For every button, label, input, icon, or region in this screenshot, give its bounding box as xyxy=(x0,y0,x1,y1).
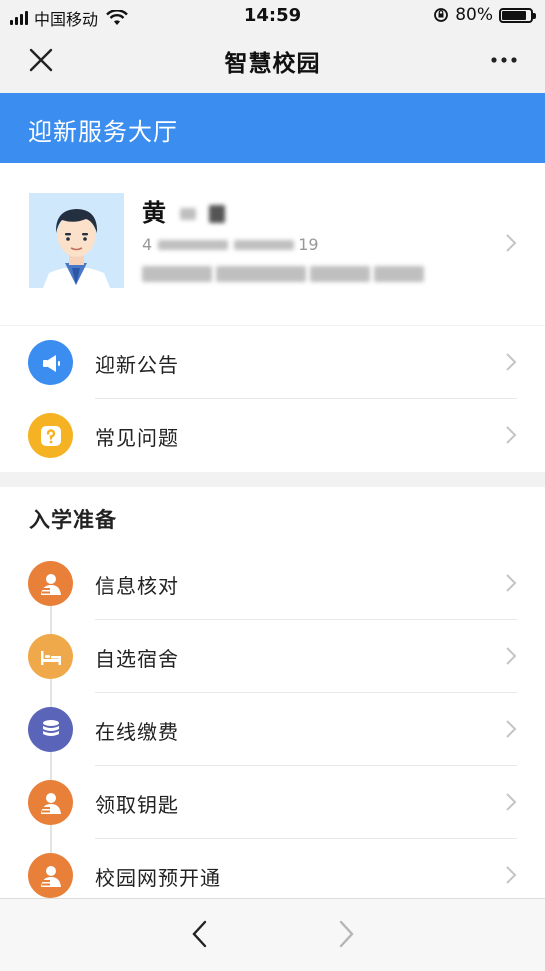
chevron-right-icon xyxy=(506,574,517,592)
list-item-faq[interactable]: 常见问题 xyxy=(0,399,545,472)
chevron-right-icon xyxy=(506,426,517,444)
list-item-dorm[interactable]: 自选宿舍 xyxy=(0,620,545,693)
student-id-suffix: 19 xyxy=(298,235,319,254)
battery-percent: 80% xyxy=(455,5,493,25)
student-id-prefix: 4 xyxy=(142,235,153,254)
list-item-keys[interactable]: 领取钥匙 xyxy=(0,766,545,839)
list-item-payment[interactable]: 在线缴费 xyxy=(0,693,545,766)
student-id: 4 19 xyxy=(142,235,319,254)
bed-icon xyxy=(28,634,73,679)
chevron-right-icon xyxy=(506,353,517,371)
redacted-info xyxy=(310,266,370,282)
list-item-announcement[interactable]: 迎新公告 xyxy=(0,326,545,399)
redacted-name xyxy=(180,208,197,220)
list-item-label: 常见问题 xyxy=(95,426,179,450)
person-doc-icon xyxy=(28,561,73,606)
redacted-name xyxy=(208,205,225,223)
person-doc-icon xyxy=(28,780,73,825)
list-item-label: 自选宿舍 xyxy=(95,647,179,671)
forward-arrow-icon[interactable] xyxy=(336,919,356,949)
page-title: 智慧校园 xyxy=(224,51,321,77)
back-arrow-icon[interactable] xyxy=(190,919,210,949)
quick-links: 迎新公告 常见问题 xyxy=(0,326,545,472)
redacted-info xyxy=(374,266,424,282)
list-item-info-check[interactable]: 信息核对 xyxy=(0,547,545,620)
chevron-right-icon xyxy=(506,793,517,811)
chevron-right-icon xyxy=(506,234,517,252)
status-bar: 中国移动 14:59 80% xyxy=(0,0,545,30)
enrollment-section: 入学准备 信息核对 自选宿舍 在线缴费 领取钥匙 校园网预开通 xyxy=(0,487,545,898)
megaphone-icon xyxy=(28,340,73,385)
student-name: 黄 xyxy=(142,193,225,228)
list-item-label: 领取钥匙 xyxy=(95,793,179,817)
orientation-lock-icon xyxy=(434,8,449,22)
chevron-right-icon xyxy=(506,866,517,884)
redacted-info xyxy=(216,266,306,282)
redacted-id xyxy=(158,239,229,250)
section-title: 入学准备 xyxy=(29,508,117,532)
student-info-line xyxy=(142,266,424,282)
redacted-info xyxy=(142,266,212,282)
list-item-label: 信息核对 xyxy=(95,574,179,598)
battery-icon xyxy=(499,7,536,23)
service-hall-banner: 迎新服务大厅 xyxy=(0,93,545,163)
coins-icon xyxy=(28,707,73,752)
chevron-right-icon xyxy=(506,647,517,665)
browser-toolbar xyxy=(0,898,545,971)
banner-title: 迎新服务大厅 xyxy=(28,118,178,146)
student-name-visible: 黄 xyxy=(142,199,166,227)
nav-bar: 智慧校园 xyxy=(0,30,545,92)
list-item-label: 在线缴费 xyxy=(95,720,179,744)
status-right: 80% xyxy=(433,5,536,25)
chevron-right-icon xyxy=(506,720,517,738)
list-item-label: 校园网预开通 xyxy=(95,866,221,890)
list-item-campus-network[interactable]: 校园网预开通 xyxy=(0,839,545,898)
question-icon xyxy=(28,413,73,458)
more-dots-icon[interactable] xyxy=(489,50,519,70)
list-item-label: 迎新公告 xyxy=(95,353,179,377)
profile-card[interactable]: 黄 4 19 xyxy=(0,163,545,325)
avatar xyxy=(29,193,124,288)
person-doc-icon xyxy=(28,853,73,898)
redacted-id xyxy=(234,239,295,250)
